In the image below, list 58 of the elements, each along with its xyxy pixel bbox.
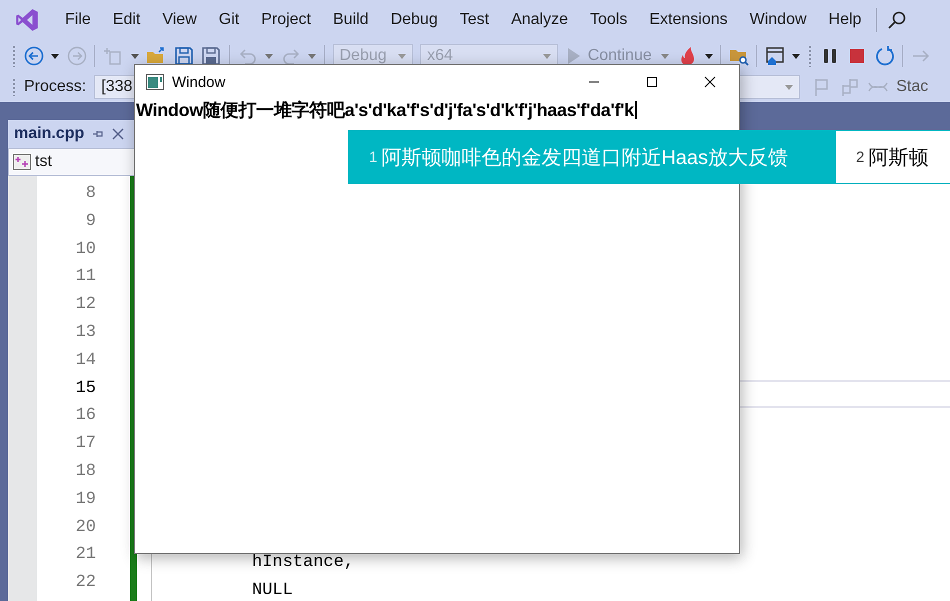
caret-icon — [785, 84, 794, 90]
menu-item[interactable]: Window — [738, 11, 818, 29]
window-title: Window — [172, 74, 226, 90]
stack-frame-label: Stac — [896, 78, 928, 96]
app-icon — [146, 74, 164, 90]
menu-item[interactable]: Project — [250, 11, 322, 29]
line-number: 10 — [74, 240, 97, 261]
scope-label[interactable]: tst — [35, 153, 52, 171]
menu-item[interactable]: Debug — [380, 11, 449, 29]
line-number: 19 — [74, 490, 97, 511]
line-number: 18 — [74, 462, 97, 483]
line-number: 8 — [84, 184, 97, 205]
line-number: 20 — [74, 518, 97, 539]
line-number: 12 — [74, 295, 97, 316]
code-line: hInstance, — [252, 552, 354, 572]
line-number: 11 — [74, 267, 97, 288]
line-number: 21 — [74, 545, 97, 566]
class-icon — [13, 154, 31, 170]
line-number: 15 — [74, 378, 97, 400]
caret-icon[interactable] — [792, 54, 800, 58]
line-number: 9 — [84, 212, 97, 233]
line-number: 17 — [74, 434, 97, 456]
code-line: NULL — [252, 580, 293, 600]
text-cursor — [634, 101, 637, 119]
maximize-icon — [646, 76, 658, 88]
save-icon[interactable] — [174, 46, 194, 66]
logo-icon — [14, 7, 40, 33]
line-number: 16 — [74, 406, 97, 428]
menu-item[interactable]: Test — [448, 11, 500, 29]
process-label: Process: — [24, 78, 86, 96]
menu-item[interactable]: Edit — [102, 11, 152, 29]
line-number: 22 — [74, 573, 97, 594]
menu-item[interactable]: Extensions — [638, 11, 739, 29]
typed-text: Window随便打一堆字符吧a's'd'ka'f's'd'j'fa's'd'k'f'j'haas'f'da'f'k — [136, 99, 634, 122]
menu-item[interactable]: Tools — [579, 11, 638, 29]
menu-item[interactable]: File — [54, 11, 102, 29]
menu-item[interactable]: Build — [322, 11, 380, 29]
menu-item[interactable]: View — [151, 11, 208, 29]
search-icon[interactable] — [887, 10, 908, 30]
window-home-icon[interactable] — [764, 46, 785, 66]
caret-icon[interactable] — [130, 54, 139, 58]
restart-icon[interactable] — [874, 46, 895, 66]
pin-icon[interactable] — [92, 128, 104, 140]
save-all-icon[interactable] — [201, 46, 222, 66]
line-number: 14 — [74, 350, 97, 372]
menu-item[interactable]: Git — [208, 11, 250, 29]
close-icon — [704, 76, 716, 88]
menu-item[interactable]: Help — [818, 11, 872, 29]
folder-icon[interactable] — [146, 46, 166, 66]
caret-icon — [543, 54, 552, 58]
close-icon[interactable] — [112, 128, 124, 140]
caret-icon — [398, 54, 406, 58]
caret-icon[interactable] — [51, 54, 60, 58]
play-icon — [568, 48, 580, 64]
menu-item[interactable]: Analyze — [500, 11, 579, 29]
tab-title: main.cpp — [14, 125, 84, 143]
line-number: 13 — [74, 322, 97, 344]
caret-icon[interactable] — [704, 54, 713, 58]
